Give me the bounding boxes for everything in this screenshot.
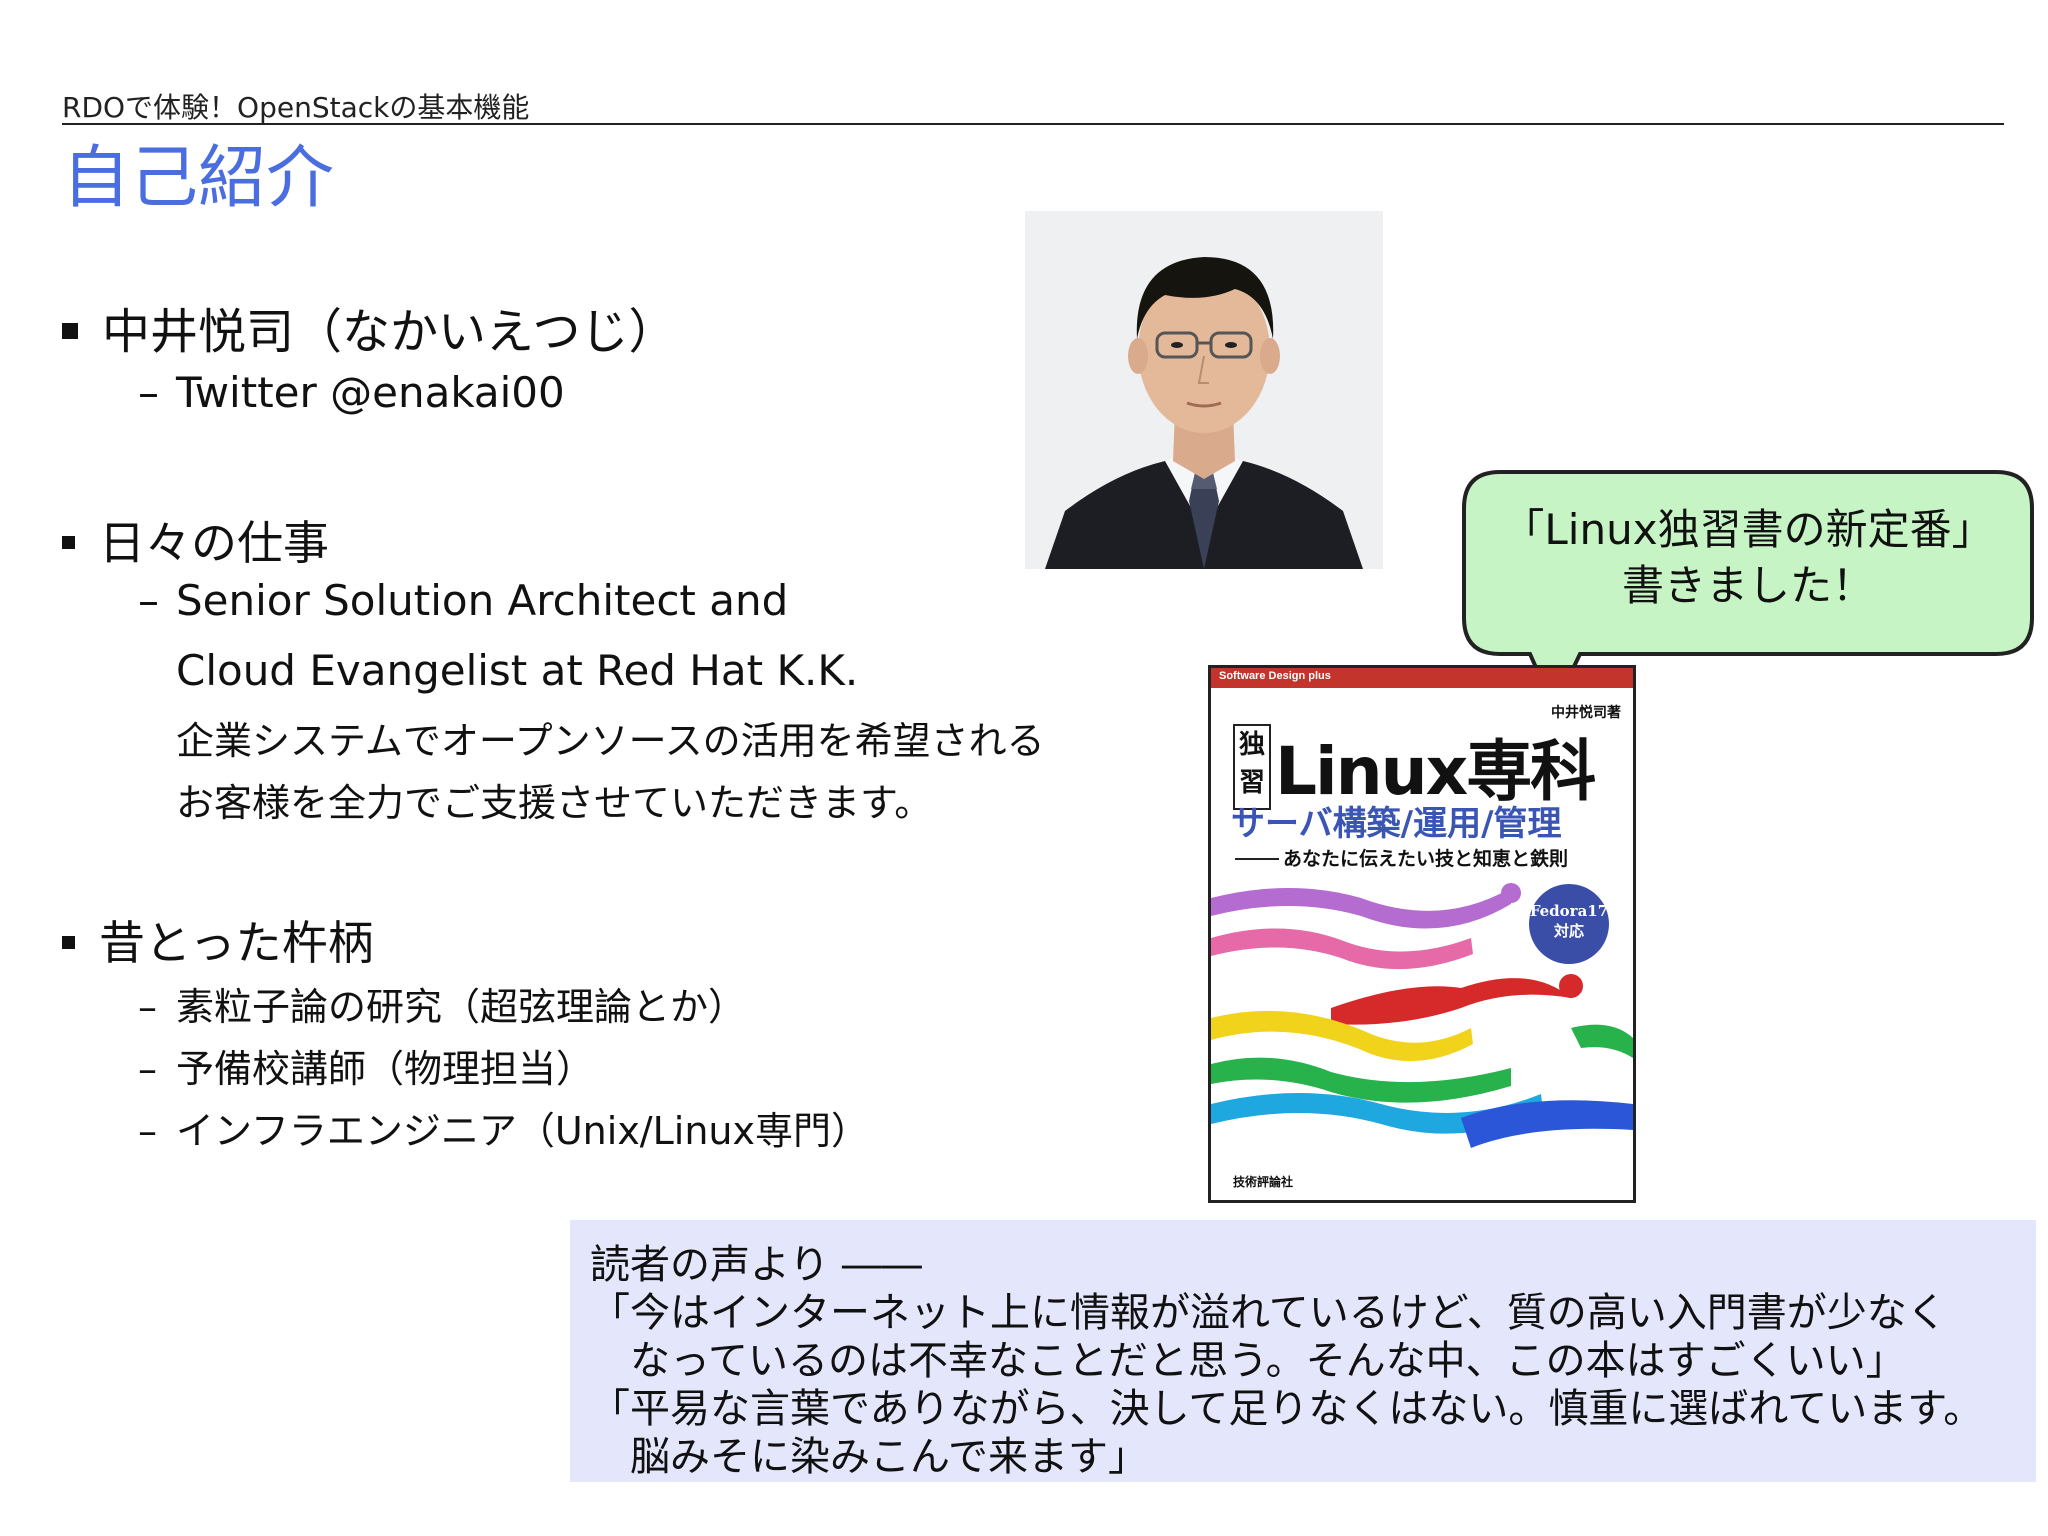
profile-photo: [1025, 211, 1383, 569]
book-paint-splash-illustration: [1211, 883, 1633, 1148]
header-text: RDOで体験！OpenStackの基本機能: [62, 91, 530, 124]
sub-item: – インフラエンジニア（Unix/Linux専門）: [138, 1100, 869, 1155]
bullet-name: 中井悦司（なかいえつじ）: [62, 292, 677, 362]
bullet-label: 中井悦司（なかいえつじ）: [102, 304, 677, 360]
book-tagline: あなたに伝えたい技と知恵と鉄則: [1283, 848, 1569, 870]
sub-item-text: インフラエンジニア（Unix/Linux専門）: [176, 1109, 869, 1153]
dash-marker: –: [138, 985, 157, 1029]
callout-line: 書きました！: [1621, 561, 1874, 610]
book-series-label: Software Design plus: [1219, 670, 1331, 682]
sub-item-continued: お客様を全力でご支援させていただきます。: [176, 781, 933, 825]
book-badge-top: 独: [1238, 730, 1265, 760]
callout-line: 「Linux独習書の新定番」: [1502, 505, 1994, 554]
sub-item: – 素粒子論の研究（超弦理論とか）: [138, 976, 746, 1031]
book-series-band: Software Design plus: [1211, 668, 1633, 688]
slide-title: 自己紹介: [62, 139, 335, 218]
book-tagline-rule: [1235, 858, 1279, 860]
dash-marker: –: [138, 1109, 157, 1153]
dash-marker: –: [138, 368, 159, 417]
bullet-work: 日々の仕事: [62, 507, 329, 573]
profile-photo-illustration: [1025, 211, 1383, 569]
sub-item-text: Senior Solution Architect and: [176, 576, 789, 625]
dash-marker: –: [138, 576, 159, 625]
book-publisher: 技術評論社: [1233, 1175, 1294, 1189]
sub-item: – Senior Solution Architect and: [138, 576, 788, 625]
quote-line: 脳みそに染みこんで来ます」: [630, 1434, 1148, 1480]
dash-marker: –: [138, 1047, 157, 1091]
reader-quote-box: 読者の声より ―― 「今はインターネット上に情報が溢れているけど、質の高い入門書…: [570, 1220, 2036, 1482]
bullet-marker: [62, 323, 78, 339]
book-subtitle: サーバ構築/運用/管理: [1231, 804, 1562, 844]
bullet-label: 日々の仕事: [99, 516, 329, 570]
sub-item: – Twitter @enakai00: [138, 368, 565, 417]
bullet-marker: [62, 936, 75, 949]
callout-text: 「Linux独習書の新定番」 書きました！: [1470, 502, 2026, 614]
sub-item-continued: 企業システムでオープンソースの活用を希望される: [176, 719, 1045, 763]
sub-item-text: 素粒子論の研究（超弦理論とか）: [176, 985, 747, 1029]
bullet-label: 昔とった杵柄: [99, 916, 374, 970]
sub-item-text: 予備校講師（物理担当）: [176, 1047, 595, 1091]
bullet-marker: [62, 536, 75, 549]
sub-item-text: Twitter @enakai00: [176, 368, 565, 417]
sub-item: – 予備校講師（物理担当）: [138, 1038, 594, 1093]
book-cover: Software Design plus 中井悦司著 独 習 Linux専科 サ…: [1208, 665, 1636, 1203]
header-divider: [62, 123, 2004, 125]
bullet-past: 昔とった杵柄: [62, 907, 374, 973]
sub-item-continued: Cloud Evangelist at Red Hat K.K.: [176, 646, 859, 695]
